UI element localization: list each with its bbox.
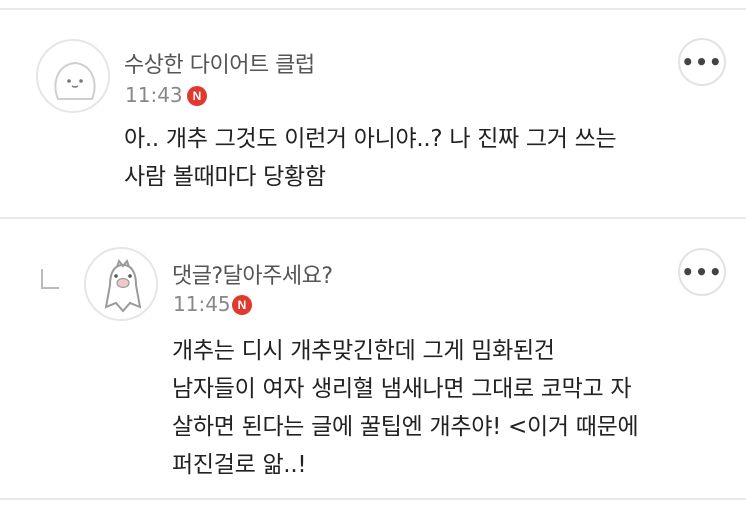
comment-nickname[interactable]: 수상한 다이어트 클럽 bbox=[124, 47, 315, 79]
comment-line: 퍼진걸로 앎..! bbox=[172, 452, 307, 478]
comment-divider bbox=[0, 217, 746, 219]
new-badge: N bbox=[187, 86, 207, 106]
comment-nickname[interactable]: 댓글?달아주세요? bbox=[172, 258, 333, 290]
penguin-character-icon bbox=[104, 258, 142, 313]
more-dots-icon: ••• bbox=[681, 260, 723, 284]
reply-arrow-icon bbox=[41, 269, 59, 289]
comment-body: 아.. 개추 그것도 이런거 아니야..? 나 진짜 그거 쓰는 사람 볼때마다… bbox=[124, 120, 617, 196]
top-divider bbox=[0, 8, 746, 10]
comment-line: 사람 볼때마다 당황함 bbox=[124, 164, 326, 190]
comment-body: 개추는 디시 개추맞긴한데 그게 밈화된건 남자들이 여자 생리혈 냄새나면 그… bbox=[172, 332, 639, 484]
bottom-divider bbox=[0, 498, 746, 500]
avatar[interactable] bbox=[36, 39, 110, 113]
comment-time: 11:45 bbox=[173, 292, 231, 316]
avatar[interactable] bbox=[84, 247, 158, 321]
comment-thread: 수상한 다이어트 클럽 11:43 N ••• 아.. 개추 그것도 이런거 아… bbox=[0, 0, 746, 506]
comment-line: 남자들이 여자 생리혈 냄새나면 그대로 코막고 자 bbox=[172, 376, 632, 402]
comment-line: 살하면 된다는 글에 꿀팁엔 개추야! <이거 때문에 bbox=[172, 414, 639, 440]
more-options-button[interactable]: ••• bbox=[678, 248, 726, 296]
comment-line: 개추는 디시 개추맞긴한데 그게 밈화된건 bbox=[172, 338, 555, 364]
new-badge: N bbox=[232, 295, 252, 315]
blob-character-icon bbox=[54, 61, 96, 100]
more-dots-icon: ••• bbox=[681, 50, 723, 74]
comment-time: 11:43 bbox=[125, 83, 183, 107]
more-options-button[interactable]: ••• bbox=[678, 38, 726, 86]
comment-line: 아.. 개추 그것도 이런거 아니야..? 나 진짜 그거 쓰는 bbox=[124, 126, 617, 152]
